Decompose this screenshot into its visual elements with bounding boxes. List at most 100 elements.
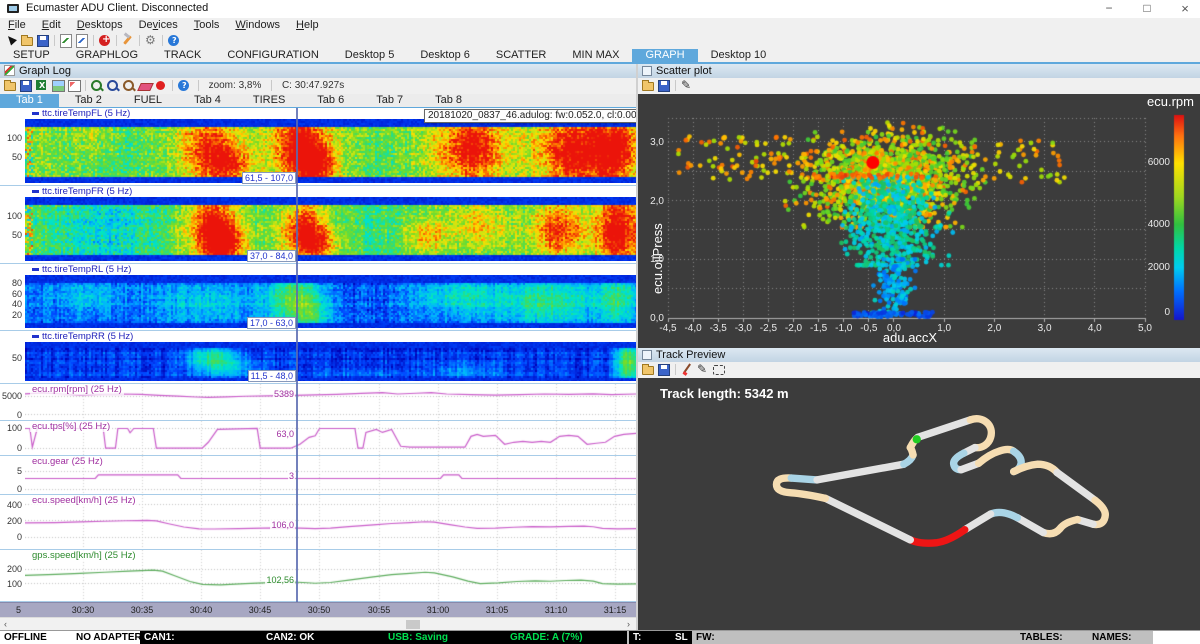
save-icon[interactable] — [657, 79, 671, 92]
gear-icon[interactable] — [144, 34, 158, 47]
save-icon[interactable] — [36, 34, 50, 47]
scatter-plot-canvas[interactable] — [638, 94, 1200, 348]
tab-desktop-10[interactable]: Desktop 10 — [698, 49, 780, 62]
open-icon[interactable] — [3, 79, 17, 92]
menu-desktops[interactable]: Desktops — [69, 18, 131, 33]
minimize-button[interactable]: − — [1092, 0, 1126, 18]
menu-devices[interactable]: Devices — [131, 18, 186, 33]
status-x — [1153, 631, 1200, 644]
heatmap-canvas[interactable] — [25, 342, 636, 381]
channel-label: ecu.speed[km/h] (25 Hz) — [30, 495, 138, 506]
scatter-y-tick: 2,0 — [640, 196, 664, 207]
close-button[interactable]: × — [1168, 0, 1200, 18]
eraser-icon[interactable] — [138, 79, 152, 92]
channel-ttc-tiretempfr[interactable]: 10050ttc.tireTempFR (5 Hz)37,0 - 84,0 — [0, 186, 636, 264]
help-icon[interactable] — [177, 79, 191, 92]
tab-desktop-6[interactable]: Desktop 6 — [407, 49, 483, 62]
maximize-button[interactable]: □ — [1130, 0, 1164, 18]
zoom-in-icon[interactable] — [90, 79, 104, 92]
time-axis[interactable]: 530:3030:3530:4030:4530:5030:5531:0031:0… — [0, 602, 636, 618]
menu-file[interactable]: File — [0, 18, 34, 33]
line-chart-canvas[interactable] — [25, 421, 636, 455]
pencil-icon[interactable] — [696, 363, 710, 376]
time-tick-label: 31:10 — [539, 605, 573, 615]
scroll-left-arrow[interactable]: ‹ — [4, 619, 7, 630]
horizontal-scrollbar[interactable]: ‹ › — [0, 617, 636, 631]
title-bar[interactable]: Ecumaster ADU Client. Disconnected − □ × — [0, 0, 1200, 19]
tab-graphlog[interactable]: GRAPHLOG — [63, 49, 151, 62]
channel-ecu-rpm-rpm[interactable]: 50000ecu.rpm[rpm] (25 Hz)5389 — [0, 384, 636, 421]
open-icon[interactable] — [641, 79, 655, 92]
graphlog-tab-fuel[interactable]: FUEL — [118, 94, 178, 107]
channel-label: ttc.tireTempRL (5 Hz) — [30, 264, 133, 275]
pointer-icon[interactable] — [4, 34, 18, 47]
heatmap-canvas[interactable] — [25, 275, 636, 328]
channel-ttc-tiretemprl[interactable]: 80604020ttc.tireTempRL (5 Hz)17,0 - 63,0 — [0, 264, 636, 331]
zoom-out-icon[interactable] — [106, 79, 120, 92]
line-chart-canvas[interactable] — [25, 456, 636, 494]
channel-ecu-gear[interactable]: 50ecu.gear (25 Hz)3 — [0, 456, 636, 495]
scroll-right-arrow[interactable]: › — [627, 619, 630, 630]
graphlog-tab-tab-2[interactable]: Tab 2 — [59, 94, 118, 107]
frame-icon[interactable] — [67, 79, 81, 92]
graphlog-tab-tab-1[interactable]: Tab 1 — [0, 94, 59, 107]
open-icon[interactable] — [641, 363, 655, 376]
menu-windows[interactable]: Windows — [227, 18, 288, 33]
track-segment-gray — [825, 498, 910, 540]
heatmap-canvas[interactable] — [25, 197, 636, 261]
tab-graph[interactable]: GRAPH — [632, 49, 697, 62]
chart-page-icon[interactable] — [59, 34, 73, 47]
axis-tick-label: 100 — [0, 133, 22, 143]
tab-desktop-5[interactable]: Desktop 5 — [332, 49, 408, 62]
graphlog-tab-tires[interactable]: TIRES — [237, 94, 301, 107]
heatmap-canvas[interactable] — [25, 119, 636, 183]
channel-ecu-speed-km-h[interactable]: 4002000ecu.speed[km/h] (25 Hz)106,0 — [0, 495, 636, 550]
wrench-icon[interactable] — [121, 34, 135, 47]
channel-label: ecu.rpm[rpm] (25 Hz) — [30, 384, 124, 395]
cursor-value: 3 — [288, 471, 295, 481]
zoom-level-label: zoom: 3,8% — [205, 78, 266, 93]
image-icon[interactable] — [51, 79, 65, 92]
scatter-title-bar[interactable]: Scatter plot — [638, 64, 1200, 79]
open-icon[interactable] — [20, 34, 34, 47]
track-map — [686, 406, 1166, 611]
probe-icon[interactable] — [680, 363, 694, 376]
track-segment-blue — [991, 512, 1018, 517]
track-map-area[interactable]: Track length: 5342 m — [638, 378, 1200, 630]
save-icon[interactable] — [19, 79, 33, 92]
tab-min-max[interactable]: MIN MAX — [559, 49, 632, 62]
add-icon[interactable] — [98, 34, 112, 47]
graphlog-tab-tab-7[interactable]: Tab 7 — [360, 94, 419, 107]
start-finish-dot — [913, 435, 921, 443]
pencil-icon[interactable] — [680, 79, 694, 92]
scrollbar-thumb[interactable] — [406, 620, 420, 629]
menu-edit[interactable]: Edit — [34, 18, 69, 33]
track-title-bar[interactable]: Track Preview — [638, 348, 1200, 363]
graph-log-title-bar[interactable]: Graph Log — [0, 64, 636, 79]
tab-scatter[interactable]: SCATTER — [483, 49, 560, 62]
lasso-icon[interactable] — [712, 363, 726, 376]
menu-tools[interactable]: Tools — [186, 18, 228, 33]
channel-ecu-tps[interactable]: 1000ecu.tps[%] (25 Hz)63,0 — [0, 421, 636, 456]
axis-tick-label: 0 — [0, 410, 22, 420]
tab-setup[interactable]: SETUP — [0, 49, 63, 62]
menu-help[interactable]: Help — [288, 18, 327, 33]
tab-configuration[interactable]: CONFIGURATION — [214, 49, 331, 62]
save-icon[interactable] — [657, 363, 671, 376]
graph-channels-area[interactable]: 10050ttc.tireTempFL (5 Hz)61,5 - 107,010… — [0, 108, 636, 602]
graphlog-tab-tab-8[interactable]: Tab 8 — [419, 94, 478, 107]
graphlog-tab-tab-4[interactable]: Tab 4 — [178, 94, 237, 107]
track-segment-tan — [979, 449, 1014, 463]
graphlog-tab-tab-6[interactable]: Tab 6 — [301, 94, 360, 107]
excel-icon[interactable] — [35, 79, 49, 92]
tab-track[interactable]: TRACK — [151, 49, 214, 62]
graph-log-toolbar: zoom: 3,8% C: 30:47.927s — [0, 78, 638, 95]
status-tables: TABLES: — [1016, 631, 1082, 644]
chart-page2-icon[interactable] — [75, 34, 89, 47]
help-icon[interactable] — [167, 34, 181, 47]
channel-ttc-tiretemprr[interactable]: 50ttc.tireTempRR (5 Hz)11,5 - 48,0 — [0, 331, 636, 384]
channel-gps-speed-km-h[interactable]: 200100gps.speed[km/h] (25 Hz)102,56 — [0, 550, 636, 602]
record-icon[interactable] — [154, 79, 168, 92]
zoom-reset-icon[interactable] — [122, 79, 136, 92]
cursor-time-label: C: 30:47.927s — [278, 78, 348, 93]
